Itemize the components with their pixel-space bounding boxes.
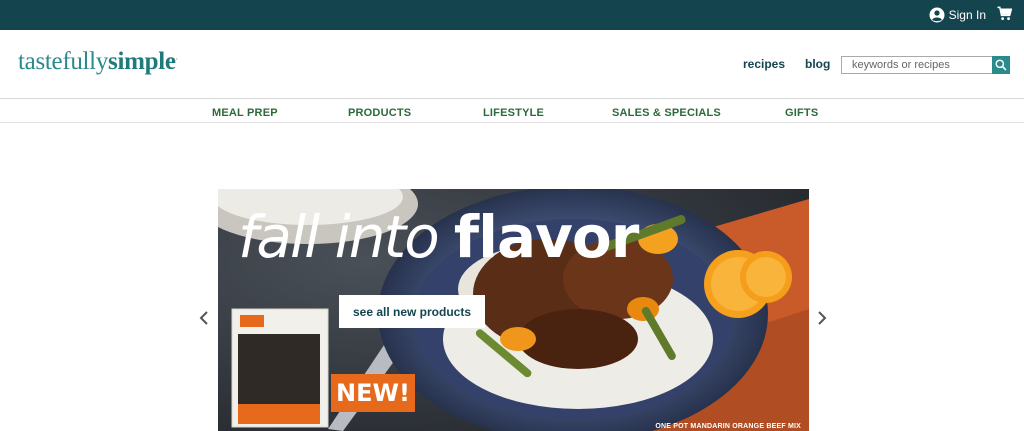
nav-item-gifts[interactable]: GIFTS bbox=[785, 107, 818, 119]
nav-item-meal-prep[interactable]: MEAL PREP bbox=[212, 107, 278, 119]
shopping-cart-icon[interactable] bbox=[997, 6, 1012, 21]
nav-item-lifestyle[interactable]: LIFESTYLE bbox=[483, 107, 544, 119]
top-bar: Sign In bbox=[0, 0, 1024, 30]
user-circle-icon bbox=[929, 7, 945, 23]
blog-link[interactable]: blog bbox=[805, 57, 830, 71]
hero-heading-script: fall into bbox=[238, 203, 440, 271]
see-all-new-products-button[interactable]: see all new products bbox=[339, 295, 485, 328]
hero-caption: ONE POT MANDARIN ORANGE BEEF MIX bbox=[655, 423, 801, 430]
chevron-right-icon[interactable] bbox=[816, 310, 828, 326]
hero-carousel[interactable]: fall into flavor see all new products NE… bbox=[218, 189, 809, 431]
site-logo[interactable]: tastefullysimple. bbox=[18, 48, 178, 76]
new-badge: NEW! bbox=[331, 374, 415, 412]
hero-heading-bold: flavor bbox=[453, 203, 640, 271]
search-icon bbox=[995, 59, 1007, 71]
nav-item-products[interactable]: PRODUCTS bbox=[348, 107, 411, 119]
sign-in-label: Sign In bbox=[948, 8, 986, 22]
nav-item-sales-specials[interactable]: SALES & SPECIALS bbox=[612, 107, 721, 119]
logo-part-simple: simple bbox=[108, 48, 176, 75]
sign-in-link[interactable]: Sign In bbox=[929, 6, 986, 24]
product-package bbox=[231, 308, 329, 428]
logo-mark: . bbox=[175, 52, 178, 62]
chevron-left-icon[interactable] bbox=[198, 310, 210, 326]
site-header: tastefullysimple. recipes blog bbox=[0, 30, 1024, 99]
recipes-link[interactable]: recipes bbox=[743, 57, 785, 71]
hero-heading: fall into flavor bbox=[238, 203, 640, 271]
search-input[interactable] bbox=[841, 56, 993, 74]
main-nav: MEAL PREP PRODUCTS LIFESTYLE SALES & SPE… bbox=[0, 99, 1024, 123]
search-button[interactable] bbox=[992, 56, 1010, 74]
search-form bbox=[841, 56, 1010, 74]
logo-part-tastefully: tastefully bbox=[18, 48, 109, 75]
